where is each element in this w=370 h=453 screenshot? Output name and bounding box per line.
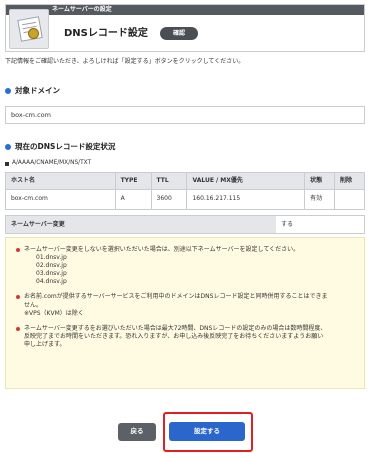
- certificate-icon: [9, 9, 49, 49]
- bullet-icon: [16, 295, 20, 300]
- notice-box: ネームサーバー変更をしないを選択いただいた場合は、別途以下ネームサーバーを設定し…: [5, 237, 365, 389]
- notice-text: ネームサーバー変更するをお選びいただいた場合は最大72時間、DNSレコードの設定…: [24, 324, 327, 332]
- nameserver-2: 02.dnsv.jp: [36, 262, 67, 270]
- notice-text: 申し上げます。: [24, 340, 66, 348]
- records-heading-text: 現在のDNSレコード設定状況: [15, 142, 116, 151]
- cell-type: A: [114, 189, 152, 210]
- confirm-badge: 確認: [160, 27, 198, 40]
- cell-status: 有効: [304, 189, 336, 210]
- col-hostname: ホスト名: [5, 172, 116, 190]
- intro-text: 下記情報をご確認いただき、よろしければ「設定する」ボタンをクリックしてください。: [5, 58, 245, 65]
- target-domain-heading-text: 対象ドメイン: [15, 86, 60, 95]
- cell-ttl: 3600: [150, 189, 188, 210]
- records-heading: 現在のDNSレコード設定状況: [5, 142, 115, 152]
- target-domain-value: box-cm.com: [5, 106, 365, 124]
- cell-value: 160.16.217.115: [186, 189, 306, 210]
- header-bar-label: ネームサーバーの設定: [52, 6, 112, 13]
- bullet-icon: [16, 248, 20, 252]
- bullet-icon: [5, 88, 11, 95]
- back-button[interactable]: 戻る: [118, 423, 156, 441]
- col-ttl: TTL: [150, 172, 188, 190]
- nameserver-change-row: ネームサーバー変更 する: [5, 215, 365, 234]
- square-icon: [5, 161, 9, 166]
- cell-hostname: box-cm.com: [5, 189, 116, 210]
- target-domain-heading: 対象ドメイン: [5, 86, 60, 96]
- nameserver-4: 04.dnsv.jp: [36, 278, 67, 286]
- notice-text: ※VPS（KVM）は除く: [24, 309, 84, 317]
- nameserver-change-label: ネームサーバー変更: [6, 216, 276, 233]
- notice-text: ネームサーバー変更をしないを選択いただいた場合は、別途以下ネームサーバーを設定し…: [24, 246, 300, 253]
- table-row: box-cm.com A 3600 160.16.217.115 有効: [5, 189, 365, 210]
- col-type: TYPE: [114, 172, 152, 190]
- col-value: VALUE / MX優先: [186, 172, 306, 190]
- cell-delete: [334, 189, 365, 210]
- nameserver-change-value: する: [281, 221, 294, 228]
- record-types-text: A/AAAA/CNAME/MX/NS/TXT: [12, 160, 92, 166]
- notice-item: ネームサーバー変更するをお選びいただいた場合は最大72時間、DNSレコードの設定…: [16, 325, 354, 349]
- page-title: DNSレコード設定: [64, 28, 148, 39]
- nameserver-1: 01.dnsv.jp: [36, 254, 67, 262]
- submit-button[interactable]: 設定する: [169, 422, 245, 441]
- notice-text: 反映完了までお時間をいただきます。恐れ入りますが、お申し込み後反映完了をお待ちく…: [24, 332, 324, 340]
- bullet-icon: [16, 326, 20, 331]
- bullet-icon: [5, 144, 11, 151]
- page-header: ネームサーバーの設定 DNSレコード設定 確認: [5, 4, 365, 52]
- nameserver-3: 03.dnsv.jp: [36, 270, 67, 278]
- record-types: A/AAAA/CNAME/MX/NS/TXT: [5, 160, 91, 168]
- notice-item: お名前.comが提供するサーバーサービスをご利用中のドメインはDNSレコード設定…: [16, 293, 354, 317]
- notice-text: せん。: [24, 301, 43, 309]
- col-delete: 削除: [334, 172, 365, 190]
- header-bar: ネームサーバーの設定: [6, 5, 364, 15]
- notice-text: お名前.comが提供するサーバーサービスをご利用中のドメインはDNSレコード設定…: [24, 293, 328, 301]
- col-status: 状態: [304, 172, 336, 190]
- notice-item: ネームサーバー変更をしないを選択いただいた場合は、別途以下ネームサーバーを設定し…: [16, 246, 354, 286]
- records-table: ホスト名 TYPE TTL VALUE / MX優先 状態 削除 box-cm.…: [5, 172, 365, 210]
